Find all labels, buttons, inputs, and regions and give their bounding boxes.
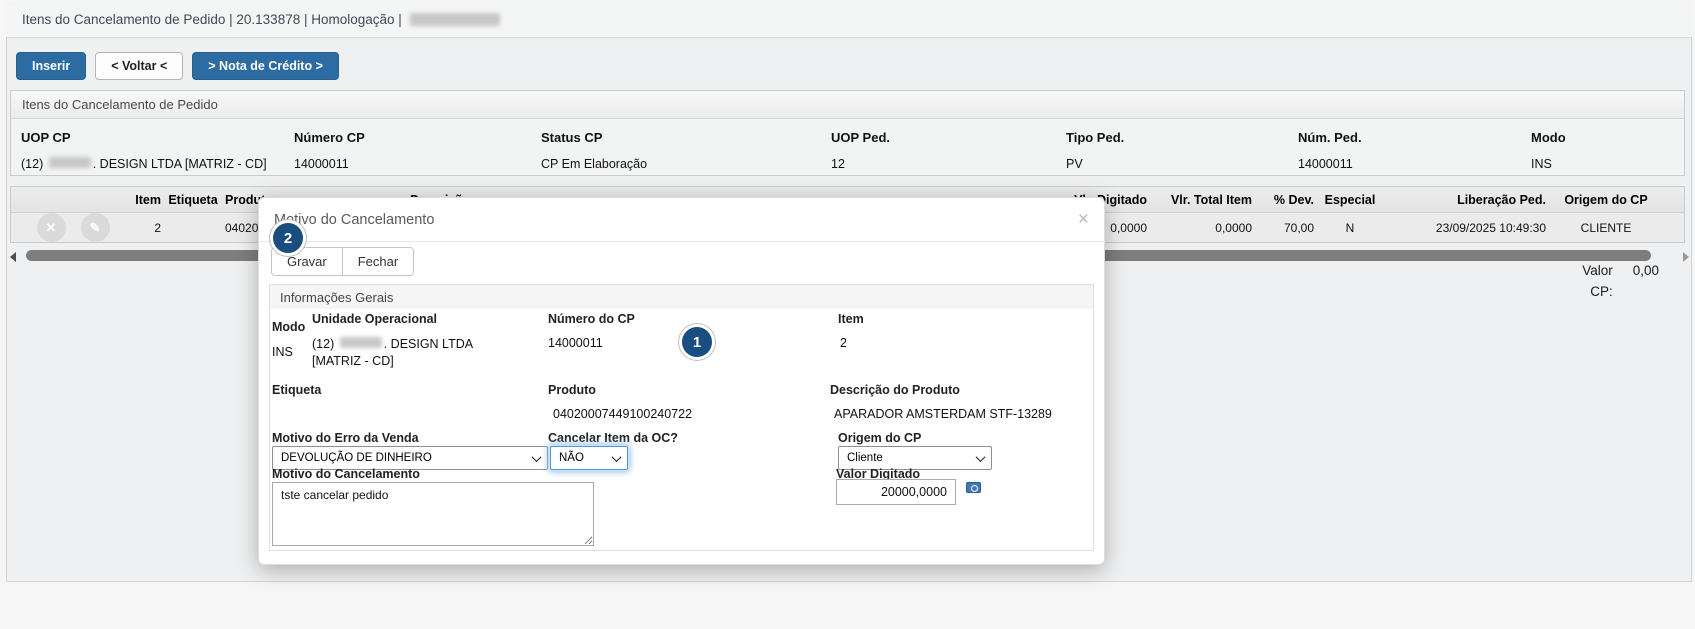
valor-cp: Valor CP: 0,00 <box>1561 260 1659 302</box>
modo-value: INS <box>272 345 293 359</box>
motivo-cancelamento-dialog: Motivo do Cancelamento × Gravar Fechar 2… <box>258 197 1105 565</box>
toolbar: Inserir < Voltar < > Nota de Crédito > <box>16 52 339 80</box>
cell-especial: N <box>1314 221 1386 235</box>
col-status-cp: Status CP <box>541 130 831 145</box>
etiqueta-label: Etiqueta <box>272 383 321 397</box>
informacoes-gerais-body: Modo INS Unidade Operacional (12) . DESI… <box>269 309 1094 551</box>
descricao-produto-label: Descrição do Produto <box>830 383 960 397</box>
informacoes-gerais-header: Informações Gerais <box>269 284 1094 310</box>
voltar-button[interactable]: < Voltar < <box>95 52 183 80</box>
produto-label: Produto <box>548 383 596 397</box>
annotation-badge-1: 1 <box>682 327 712 357</box>
item-label: Item <box>838 312 864 326</box>
fechar-button[interactable]: Fechar <box>342 248 413 275</box>
numero-cp-label: Número do CP <box>548 312 635 326</box>
col-item: Item <box>117 193 161 207</box>
valor-digitado-input[interactable] <box>836 479 956 505</box>
cell-pct-dev: 70,00 <box>1252 221 1314 235</box>
col-etiqueta: Etiqueta <box>161 193 225 207</box>
col-modo: Modo <box>1531 130 1684 145</box>
nota-credito-button[interactable]: > Nota de Crédito > <box>192 52 339 80</box>
numero-cp-value: 14000011 <box>548 336 603 350</box>
redacted-company <box>340 337 382 348</box>
motivo-cancelamento-textarea[interactable]: tste cancelar pedido <box>272 482 594 546</box>
cp-summary-panel: Itens do Cancelamento de Pedido UOP CP N… <box>10 90 1685 176</box>
cancelar-item-oc-select[interactable]: NÃO <box>550 446 628 470</box>
chevron-down-icon <box>532 452 542 462</box>
tipo-ped-value: PV <box>1066 157 1298 171</box>
col-vlr-total: Vlr. Total Item <box>1147 193 1252 207</box>
produto-value: 04020007449100240722 <box>553 407 692 421</box>
valor-cp-value: 0,00 <box>1633 260 1659 281</box>
cell-liberacao: 23/09/2025 10:49:30 <box>1386 221 1546 235</box>
col-num-ped: Núm. Ped. <box>1298 130 1531 145</box>
col-liberacao: Liberação Ped. <box>1386 193 1546 207</box>
valor-cp-label: Valor CP: <box>1561 260 1613 302</box>
col-uop-ped: UOP Ped. <box>831 130 1066 145</box>
close-icon[interactable]: × <box>1078 210 1089 229</box>
page-title: Itens do Cancelamento de Pedido | 20.133… <box>22 12 402 27</box>
redacted-user-name <box>410 13 500 26</box>
status-cp-value: CP Em Elaboração <box>541 157 831 171</box>
chevron-down-icon <box>976 452 986 462</box>
origem-cp-label: Origem do CP <box>838 431 921 445</box>
cell-origem: CLIENTE <box>1546 221 1666 235</box>
unidade-operacional-label: Unidade Operacional <box>312 312 437 326</box>
col-tipo-ped: Tipo Ped. <box>1066 130 1298 145</box>
annotation-badge-2: 2 <box>273 223 303 253</box>
dialog-title: Motivo do Cancelamento <box>274 212 434 228</box>
motivo-cancelamento-label: Motivo do Cancelamento <box>272 467 420 481</box>
modo-value: INS <box>1531 157 1684 171</box>
num-ped-value: 14000011 <box>1298 157 1531 171</box>
unidade-operacional-value: (12) . DESIGN LTDA [MATRIZ - CD] <box>312 336 524 370</box>
item-value: 2 <box>840 336 847 350</box>
cell-vlr-total: 0,0000 <box>1147 221 1252 235</box>
cancel-item-icon[interactable]: ✕ <box>37 213 66 242</box>
inserir-button[interactable]: Inserir <box>16 52 86 80</box>
cp-panel-title: Itens do Cancelamento de Pedido <box>11 91 1684 119</box>
col-especial: Especial <box>1314 193 1386 207</box>
col-uop-cp: UOP CP <box>21 130 294 145</box>
scroll-left-icon[interactable] <box>10 252 16 262</box>
numero-cp-value: 14000011 <box>294 157 541 171</box>
cancelar-item-oc-label: Cancelar Item da OC? <box>548 431 678 445</box>
col-numero-cp: Número CP <box>294 130 541 145</box>
cp-value-row: (12) . DESIGN LTDA [MATRIZ - CD] 1400001… <box>11 145 1684 171</box>
edit-item-icon[interactable]: ✎ <box>81 213 110 242</box>
cp-header-row: UOP CP Número CP Status CP UOP Ped. Tipo… <box>11 119 1684 145</box>
redacted-company <box>49 157 91 168</box>
cell-item: 2 <box>117 221 161 235</box>
motivo-erro-label: Motivo do Erro da Venda <box>272 431 419 445</box>
modo-label: Modo <box>272 320 305 334</box>
col-origem: Origem do CP <box>1546 193 1666 207</box>
uop-ped-value: 12 <box>831 157 1066 171</box>
money-icon[interactable] <box>966 482 981 493</box>
uop-cp-value: (12) . DESIGN LTDA [MATRIZ - CD] <box>21 157 294 171</box>
scroll-right-icon[interactable] <box>1683 252 1689 262</box>
dialog-title-bar: Motivo do Cancelamento × <box>259 198 1104 242</box>
descricao-produto-value: APARADOR AMSTERDAM STF-13289 <box>834 407 1052 421</box>
col-pct-dev: % Dev. <box>1252 193 1314 207</box>
chevron-down-icon <box>612 452 622 462</box>
page-title-bar: Itens do Cancelamento de Pedido | 20.133… <box>6 2 1692 38</box>
